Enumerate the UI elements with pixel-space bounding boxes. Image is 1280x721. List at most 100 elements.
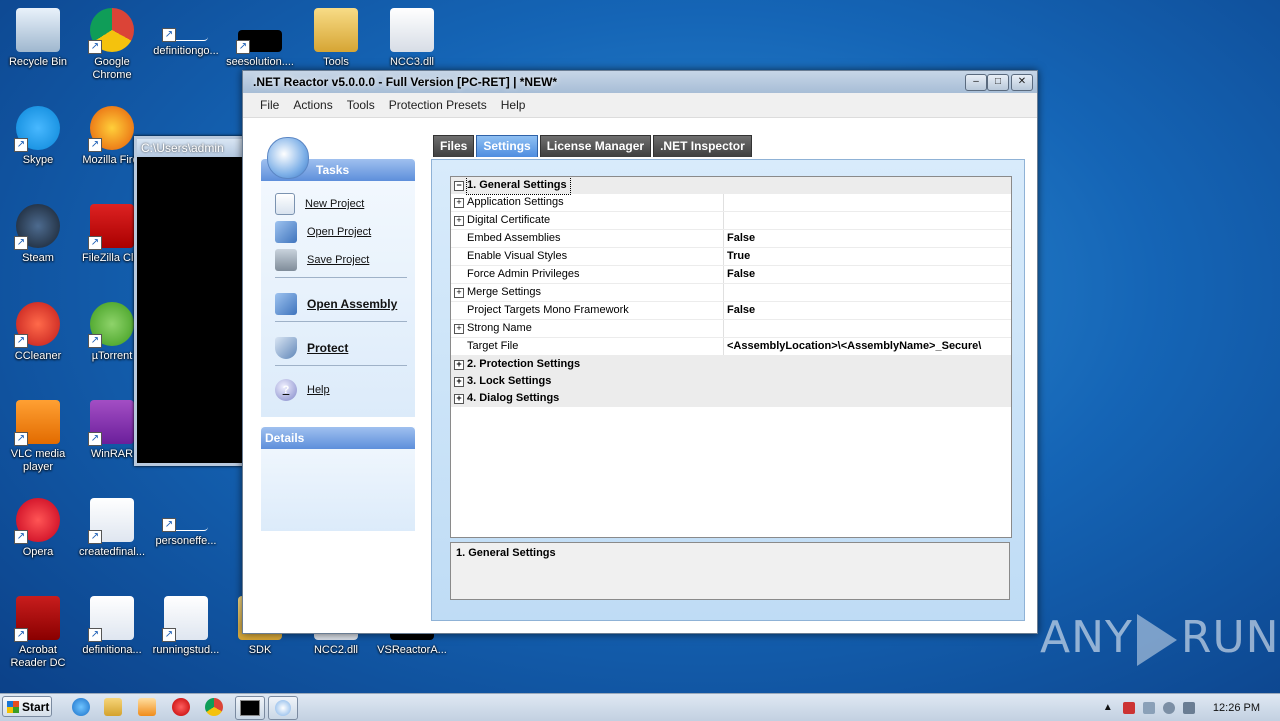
desktop-icon[interactable]: ↗ runningstud... [148,596,224,657]
grid-property-row[interactable]: + Strong Name [451,320,1011,338]
taskbar-console-button[interactable] [235,696,265,720]
desktop-icon-label: CCleaner [14,350,62,362]
expand-icon[interactable]: + [454,288,464,298]
explorer-folder-icon[interactable] [104,698,122,716]
clock[interactable]: 12:26 PM [1213,702,1260,714]
task-help[interactable]: ? Help [275,379,330,401]
expand-icon[interactable]: + [454,198,464,208]
task-label: Open Project [307,226,372,238]
console-title: C:\Users\admin [137,139,257,157]
desktop-icon[interactable]: NCC3.dll [374,8,450,69]
desktop-icon[interactable]: Recycle Bin [0,8,76,69]
grid-property-row[interactable]: + Digital Certificate [451,212,1011,230]
desktop-icon-label: Google Chrome [92,56,132,81]
tab-settings[interactable]: Settings [476,135,538,157]
task-label: Open Assembly [307,297,398,311]
expand-icon[interactable]: + [454,394,464,404]
property-value[interactable]: <AssemblyLocation>\<AssemblyName>_Secure… [727,338,1011,355]
menu-item-protection-presets[interactable]: Protection Presets [382,93,494,117]
expand-icon[interactable]: + [454,324,464,334]
property-description: 1. General Settings [450,542,1010,600]
power-icon[interactable] [1182,701,1195,714]
grid-property-row[interactable]: Force Admin Privileges False [451,266,1011,284]
action-center-icon[interactable] [1122,701,1135,714]
desktop-icon[interactable]: ↗ Skype [0,106,76,167]
media-player-icon[interactable] [138,698,156,716]
open-project-icon [275,221,297,243]
grid-category-row[interactable]: +2. Protection Settings [451,356,1011,373]
desktop-icon[interactable]: ↗ Steam [0,204,76,265]
tab-files[interactable]: Files [433,135,475,157]
task-open-project[interactable]: Open Project [275,221,371,243]
steam-icon: ↗ [14,204,60,250]
chrome-icon[interactable] [205,698,223,716]
expand-icon[interactable]: + [454,360,464,370]
expand-icon[interactable]: + [454,216,464,226]
grid-property-row[interactable]: Project Targets Mono Framework False [451,302,1011,320]
task-label: Save Project [307,254,370,266]
grid-property-row[interactable]: Embed Assemblies False [451,230,1011,248]
volume-icon[interactable] [1162,701,1175,714]
menu-bar: File Actions Tools Protection Presets Help [243,93,1037,118]
desktop-icon[interactable]: ↗ definitiongo... [148,8,224,58]
property-value[interactable]: True [727,248,1011,265]
desktop-icon[interactable]: ↗ Google Chrome [74,8,150,82]
property-name: 1. General Settings [466,177,571,195]
minimize-button[interactable]: ‒ [965,74,987,91]
grid-category-row[interactable]: +3. Lock Settings [451,373,1011,390]
close-button[interactable]: ✕ [1011,74,1033,91]
opera-icon[interactable] [172,698,190,716]
property-name: Enable Visual Styles [467,248,724,265]
grid-category-row[interactable]: −1. General Settings [451,177,1011,195]
task-protect[interactable]: Protect [275,337,348,359]
grid-category-row[interactable]: +4. Dialog Settings [451,390,1011,407]
chevron-up-icon[interactable]: ▲ [1103,702,1115,714]
property-grid[interactable]: −1. General Settings + Application Setting… [450,176,1012,538]
window-titlebar[interactable]: .NET Reactor v5.0.0.0 - Full Version [PC… [243,71,1037,93]
shield-icon [275,337,297,359]
menu-item-file[interactable]: File [253,93,286,117]
desktop-icon[interactable]: ↗ createdfinal... [74,498,150,559]
menu-item-actions[interactable]: Actions [286,93,339,117]
taskbar-reactor-button[interactable] [268,696,298,720]
desktop-icon[interactable]: ↗ definitiona... [74,596,150,657]
desktop-icon[interactable]: ↗ personeffe... [148,498,224,548]
shortcut-arrow-icon: ↗ [88,236,102,250]
task-open-assembly[interactable]: Open Assembly [275,293,397,315]
desktop-icon[interactable]: ↗ Opera [0,498,76,559]
net-reactor-window[interactable]: .NET Reactor v5.0.0.0 - Full Version [PC… [242,70,1038,634]
internet-explorer-icon[interactable] [72,698,90,716]
file-icon: ↗ [162,498,208,532]
property-value[interactable]: False [727,302,1011,319]
desktop-icon[interactable]: ↗ VLC media player [0,400,76,474]
tab-net-inspector[interactable]: .NET Inspector [653,135,752,157]
task-save-project[interactable]: Save Project [275,249,369,271]
menu-item-help[interactable]: Help [494,93,533,117]
desktop-icon[interactable]: ↗ seesolution.... [222,8,298,69]
vlc-icon: ↗ [14,400,60,446]
collapse-icon[interactable]: − [454,181,464,191]
desktop-icon[interactable]: ↗ Acrobat Reader DC [0,596,76,670]
expand-icon[interactable]: + [454,377,464,387]
anyrun-watermark: ANY RUN [1040,612,1280,666]
desktop-icon[interactable]: ↗ CCleaner [0,302,76,363]
tab-license-manager[interactable]: License Manager [539,135,652,157]
network-icon[interactable] [1142,701,1155,714]
skype-icon: ↗ [14,106,60,152]
menu-item-tools[interactable]: Tools [340,93,382,117]
firefox-icon: ↗ [88,106,134,152]
grid-property-row[interactable]: Enable Visual Styles True [451,248,1011,266]
grid-property-row[interactable]: + Merge Settings [451,284,1011,302]
property-value[interactable]: False [727,230,1011,247]
maximize-button[interactable]: □ [987,74,1009,91]
property-value[interactable]: False [727,266,1011,283]
grid-property-row[interactable]: + Application Settings [451,194,1011,212]
start-button[interactable]: Start [2,696,52,717]
task-new-project[interactable]: New Project [275,193,364,215]
shortcut-arrow-icon: ↗ [14,628,28,642]
grid-property-row[interactable]: Target File <AssemblyLocation>\<AssemblyN… [451,338,1011,356]
desktop-icon-label: VSReactorA... [377,644,447,656]
file-icon: ↗ [162,8,208,42]
desktop-icon[interactable]: Tools [298,8,374,69]
shortcut-arrow-icon: ↗ [162,628,176,642]
